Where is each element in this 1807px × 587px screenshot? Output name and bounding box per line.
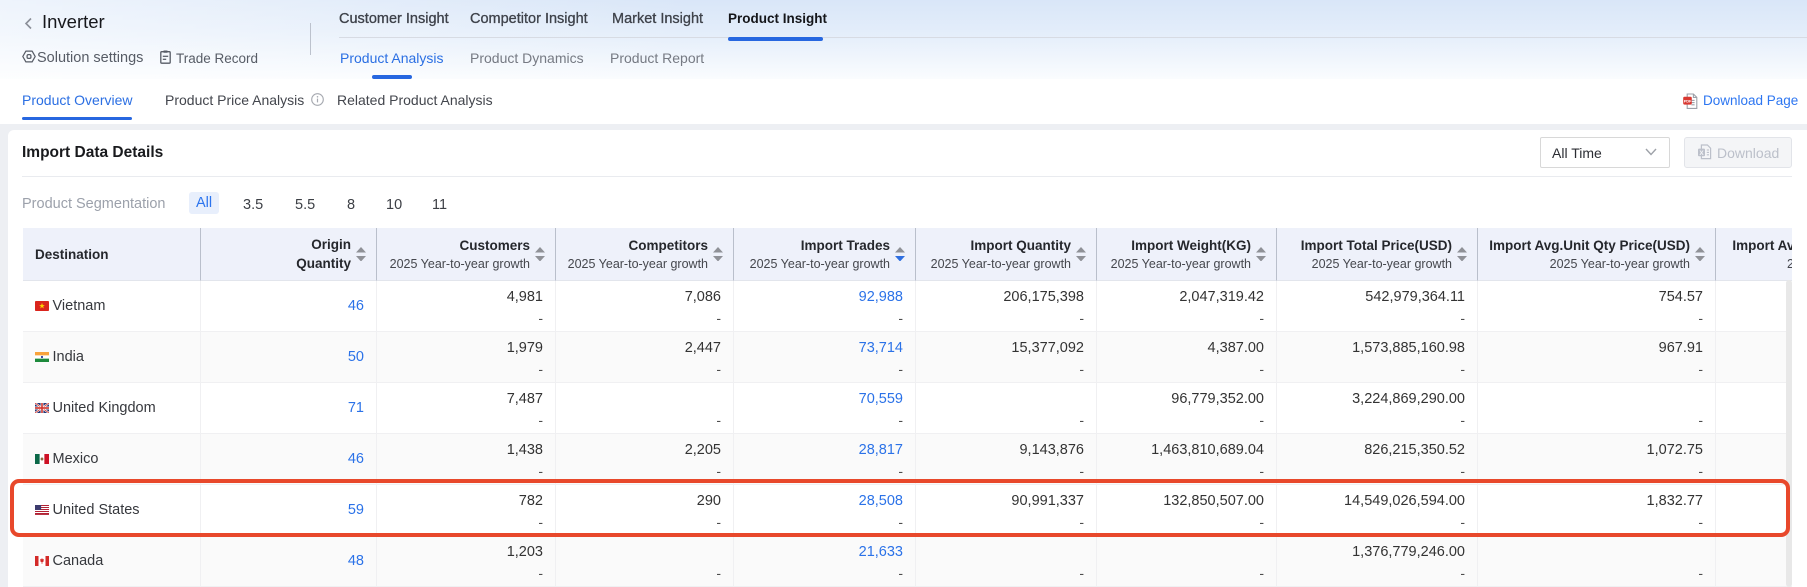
svg-text:PDF: PDF: [1684, 99, 1692, 104]
svg-text:X: X: [1699, 150, 1704, 157]
